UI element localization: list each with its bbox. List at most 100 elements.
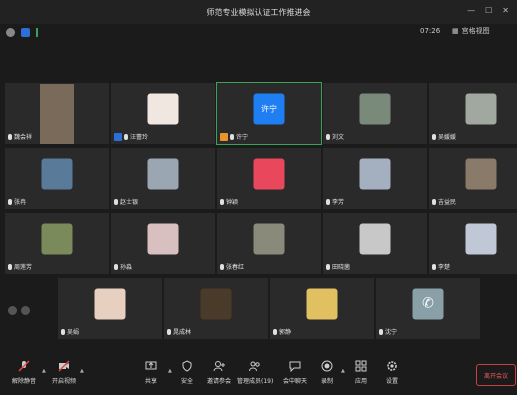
participant-name: 吉益民 bbox=[438, 199, 457, 206]
share-options-arrow[interactable]: ▲ bbox=[168, 368, 172, 374]
cohost-badge-icon bbox=[220, 132, 228, 141]
meeting-title: 师范专业模拟认证工作推进会 bbox=[206, 7, 311, 17]
settings-button[interactable]: 设置 bbox=[386, 360, 398, 385]
participant-name-row: 张冉 bbox=[8, 197, 26, 206]
close-icon[interactable]: ✕ bbox=[502, 6, 509, 15]
gear-icon bbox=[387, 361, 397, 371]
mic-icon bbox=[379, 328, 383, 335]
participant-tile[interactable]: 魏会祥 bbox=[4, 82, 110, 145]
add-person-icon bbox=[213, 361, 225, 372]
participant-avatar bbox=[465, 158, 497, 190]
participant-name-row: 汪蕾玲 bbox=[114, 132, 148, 141]
mic-icon bbox=[114, 263, 118, 270]
participant-name-row: 张春红 bbox=[220, 262, 244, 271]
signal-icon bbox=[36, 27, 47, 37]
participant-grid: 魏会祥 汪蕾玲 许宁 许宁刘文 吴媛媛张冉 赵士银 钟颖 李芳 吉益民周莲芳 孙淼 张春红 田晓菌 李楚… bbox=[4, 82, 517, 340]
video-options-arrow[interactable]: ▲ bbox=[80, 368, 84, 374]
participant-tile[interactable]: 李芳 bbox=[322, 147, 428, 210]
apps-icon bbox=[355, 360, 367, 372]
participant-tile[interactable]: 许宁 许宁 bbox=[216, 82, 322, 145]
participant-name: 郭静 bbox=[279, 329, 292, 336]
info-icon[interactable] bbox=[6, 27, 15, 37]
participant-name-row: 赵士银 bbox=[114, 197, 138, 206]
record-options-arrow[interactable]: ▲ bbox=[341, 368, 345, 374]
mic-icon bbox=[230, 133, 234, 140]
participant-tile[interactable]: 吴娟 bbox=[57, 277, 163, 340]
chat-bubble-icon[interactable] bbox=[21, 306, 30, 315]
chat-icon bbox=[289, 361, 301, 372]
mic-icon bbox=[124, 133, 128, 140]
participant-name-row: 魏会祥 bbox=[8, 132, 32, 141]
chat-button[interactable]: 会中聊天 bbox=[283, 360, 307, 385]
participant-name: 吴娟 bbox=[67, 329, 80, 336]
participant-name-row: 钟颖 bbox=[220, 197, 238, 206]
title-bar: 师范专业模拟认证工作推进会 — ☐ ✕ bbox=[0, 0, 517, 24]
participant-name: 沈宁 bbox=[385, 329, 398, 336]
avatar-text: 许宁 bbox=[261, 104, 277, 114]
security-button[interactable]: 安全 bbox=[181, 360, 193, 385]
window-controls: — ☐ ✕ bbox=[467, 6, 509, 15]
participant-name: 魏会祥 bbox=[14, 134, 33, 141]
mic-icon bbox=[273, 328, 277, 335]
view-switch-button[interactable]: ▦ 宫格视图 bbox=[452, 26, 490, 36]
phone-icon: ✆ bbox=[412, 288, 444, 320]
participant-avatar bbox=[253, 158, 285, 190]
participant-tile[interactable]: 周莲芳 bbox=[4, 212, 110, 275]
mic-icon bbox=[8, 133, 12, 140]
participant-name: 孙淼 bbox=[120, 264, 133, 271]
participant-tile[interactable]: 吉益民 bbox=[428, 147, 517, 210]
participant-tile[interactable]: 赵士银 bbox=[110, 147, 216, 210]
host-badge-icon bbox=[114, 132, 122, 141]
participant-tile[interactable]: 张春红 bbox=[216, 212, 322, 275]
participant-name-row: 李芳 bbox=[326, 197, 344, 206]
participant-tile[interactable]: ✆ 沈宁 bbox=[375, 277, 481, 340]
share-button[interactable]: 共享 bbox=[145, 360, 157, 385]
participant-name-row: 沈宁 bbox=[379, 327, 397, 336]
maximize-icon[interactable]: ☐ bbox=[485, 6, 492, 15]
participant-name: 钟颖 bbox=[226, 199, 239, 206]
participant-tile[interactable]: 汪蕾玲 bbox=[110, 82, 216, 145]
participant-name-row: 孙淼 bbox=[114, 262, 132, 271]
participant-tile[interactable]: 吴媛媛 bbox=[428, 82, 517, 145]
participant-tile[interactable]: 孙淼 bbox=[110, 212, 216, 275]
participant-tile[interactable]: 刘文 bbox=[322, 82, 428, 145]
shield-icon[interactable] bbox=[21, 27, 30, 37]
record-button[interactable]: 录制 bbox=[321, 360, 333, 385]
mic-icon bbox=[8, 263, 12, 270]
participant-avatar bbox=[306, 288, 338, 320]
emoji-icon[interactable] bbox=[8, 306, 17, 315]
participant-avatar bbox=[41, 158, 73, 190]
participant-tile[interactable]: 李楚 bbox=[428, 212, 517, 275]
invite-button[interactable]: 邀请参会 bbox=[207, 360, 231, 385]
participant-tile[interactable]: 晁成林 bbox=[163, 277, 269, 340]
participant-avatar: 许宁 bbox=[253, 93, 285, 125]
participant-avatar bbox=[359, 93, 391, 125]
participant-tile[interactable]: 钟颖 bbox=[216, 147, 322, 210]
participant-name-row: 李楚 bbox=[432, 262, 450, 271]
video-off-icon bbox=[58, 360, 70, 372]
apps-button[interactable]: 应用 bbox=[355, 360, 367, 385]
participant-avatar bbox=[147, 223, 179, 255]
participant-name-row: 周莲芳 bbox=[8, 262, 32, 271]
minimize-icon[interactable]: — bbox=[467, 6, 475, 15]
participant-avatar bbox=[40, 83, 74, 144]
participant-name-row: 田晓菌 bbox=[326, 262, 350, 271]
participant-avatar bbox=[253, 223, 285, 255]
participant-name: 李芳 bbox=[332, 199, 345, 206]
participant-avatar bbox=[41, 223, 73, 255]
participant-tile[interactable]: 郭静 bbox=[269, 277, 375, 340]
mic-icon bbox=[432, 133, 436, 140]
participant-tile[interactable]: 张冉 bbox=[4, 147, 110, 210]
start-video-button[interactable]: 开启视频 bbox=[52, 360, 76, 385]
leave-meeting-button[interactable]: 离开会议 bbox=[476, 364, 516, 386]
mic-icon bbox=[8, 198, 12, 205]
participant-name: 刘文 bbox=[332, 134, 345, 141]
mic-icon bbox=[326, 133, 330, 140]
participant-name: 汪蕾玲 bbox=[130, 134, 149, 141]
mute-options-arrow[interactable]: ▲ bbox=[42, 368, 46, 374]
participant-tile[interactable]: 田晓菌 bbox=[322, 212, 428, 275]
participant-name: 张春红 bbox=[226, 264, 245, 271]
unmute-button[interactable]: 解除静音 bbox=[12, 360, 36, 385]
participant-name: 张冉 bbox=[14, 199, 27, 206]
manage-members-button[interactable]: 管理成员(19) bbox=[237, 360, 273, 385]
